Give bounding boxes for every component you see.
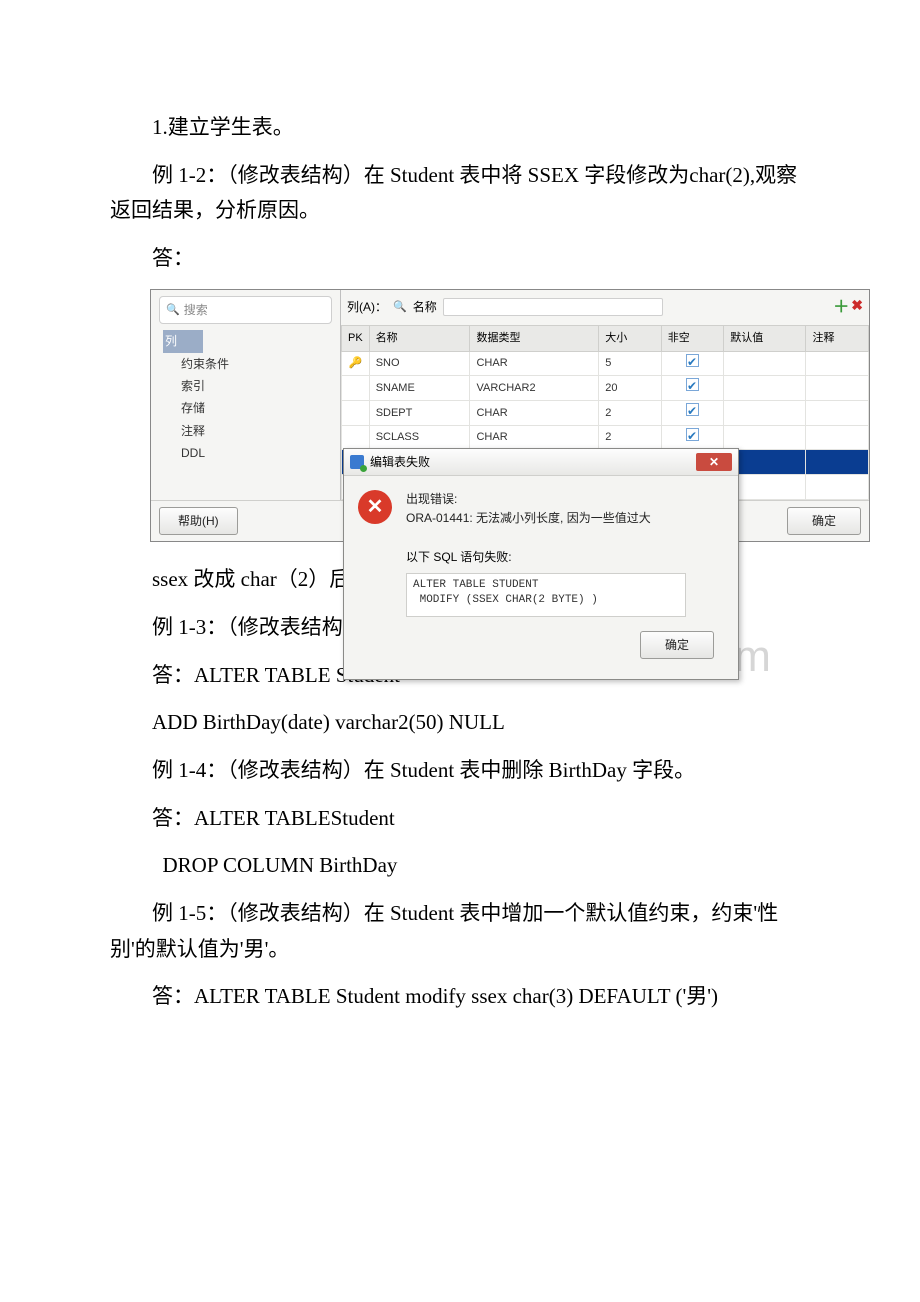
cell-type: VARCHAR2 <box>470 376 599 401</box>
tree-item-constraints[interactable]: 约束条件 <box>179 353 332 375</box>
para-10: 例 1-5：（修改表结构）在 Student 表中增加一个默认值约束，约束'性别… <box>110 896 810 967</box>
main-ok-button[interactable]: 确定 <box>787 507 861 535</box>
notnull-checkbox[interactable] <box>686 378 699 391</box>
tree: 列 约束条件 索引 存储 注释 DDL <box>163 330 332 464</box>
cell-pk <box>342 376 370 401</box>
search-input[interactable]: 🔍 搜索 <box>159 296 332 324</box>
cell-name: SCLASS <box>369 425 470 450</box>
error-dialog: 编辑表失败 ✕ ✕ 出现错误: ORA-01441: 无法减小列长度, 因为一些… <box>343 448 739 681</box>
error-label: 出现错误: <box>406 490 651 509</box>
columns-label: 列(A)： <box>347 297 387 317</box>
table-row[interactable]: SNAMEVARCHAR220 <box>342 376 869 401</box>
tree-item-storage[interactable]: 存储 <box>179 397 332 419</box>
cell-type: CHAR <box>470 351 599 376</box>
sql-fail-label: 以下 SQL 语句失败: <box>406 547 724 567</box>
cell-pk <box>342 425 370 450</box>
table-row[interactable]: SDEPTCHAR2 <box>342 401 869 426</box>
cell-notnull <box>661 425 724 450</box>
para-8: 答：ALTER TABLEStudent <box>110 801 810 837</box>
error-icon: ✕ <box>358 490 392 524</box>
th-name: 名称 <box>369 325 470 351</box>
th-default: 默认值 <box>724 325 806 351</box>
para-9: DROP COLUMN BirthDay <box>110 848 810 884</box>
cell-default <box>724 425 806 450</box>
th-comment: 注释 <box>806 325 869 351</box>
delete-column-icon[interactable]: ✖ <box>851 294 863 321</box>
tree-item-ddl[interactable]: DDL <box>179 442 332 464</box>
name-hint: 名称 <box>413 297 437 317</box>
cell-comment <box>806 450 869 475</box>
tree-item-index[interactable]: 索引 <box>179 375 332 397</box>
para-6: ADD BirthDay(date) varchar2(50) NULL <box>110 705 810 741</box>
tree-item-columns[interactable]: 列 <box>163 330 203 352</box>
error-message: ORA-01441: 无法减小列长度, 因为一些值过大 <box>406 509 651 528</box>
cell-type: CHAR <box>470 401 599 426</box>
notnull-checkbox[interactable] <box>686 354 699 367</box>
cell-size: 2 <box>599 425 662 450</box>
dialog-title: 编辑表失败 <box>370 452 430 472</box>
cell-default <box>724 351 806 376</box>
filter-icon: 🔍 <box>393 298 407 317</box>
cell-comment <box>806 475 869 500</box>
cell-pk: 🔑 <box>342 351 370 376</box>
name-input[interactable] <box>443 298 663 316</box>
dialog-titlebar: 编辑表失败 ✕ <box>344 449 738 476</box>
notnull-checkbox[interactable] <box>686 403 699 416</box>
search-placeholder: 搜索 <box>184 300 208 320</box>
app-screenshot: 🔍 搜索 列 约束条件 索引 存储 注释 DDL www.bdocx.com 列… <box>150 289 870 542</box>
columns-toolbar: 列(A)： 🔍 名称 ＋ ✖ <box>341 290 869 325</box>
cell-size: 20 <box>599 376 662 401</box>
table-row[interactable]: SCLASSCHAR2 <box>342 425 869 450</box>
th-notnull: 非空 <box>661 325 724 351</box>
dialog-app-icon <box>350 455 364 469</box>
dialog-ok-button[interactable]: 确定 <box>640 631 714 659</box>
cell-name: SDEPT <box>369 401 470 426</box>
th-pk: PK <box>342 325 370 351</box>
dialog-close-button[interactable]: ✕ <box>696 453 732 471</box>
left-panel: 🔍 搜索 列 约束条件 索引 存储 注释 DDL <box>151 290 341 500</box>
cell-notnull <box>661 351 724 376</box>
sql-text: ALTER TABLE STUDENT MODIFY (SSEX CHAR(2 … <box>406 573 686 617</box>
tree-item-comment[interactable]: 注释 <box>179 420 332 442</box>
cell-comment <box>806 401 869 426</box>
right-panel: www.bdocx.com 列(A)： 🔍 名称 ＋ ✖ PK 名称 数据类型 <box>341 290 869 500</box>
pk-key-icon: 🔑 <box>348 357 362 369</box>
search-icon: 🔍 <box>166 301 180 320</box>
th-size: 大小 <box>599 325 662 351</box>
cell-name: SNO <box>369 351 470 376</box>
cell-size: 5 <box>599 351 662 376</box>
cell-notnull <box>661 401 724 426</box>
help-button[interactable]: 帮助(H) <box>159 507 238 535</box>
cell-name: SNAME <box>369 376 470 401</box>
para-7: 例 1-4：（修改表结构）在 Student 表中删除 BirthDay 字段。 <box>110 753 810 789</box>
cell-notnull <box>661 376 724 401</box>
table-header-row: PK 名称 数据类型 大小 非空 默认值 注释 <box>342 325 869 351</box>
cell-size: 2 <box>599 401 662 426</box>
cell-default <box>724 401 806 426</box>
para-3: 答： <box>110 241 810 277</box>
notnull-checkbox[interactable] <box>686 428 699 441</box>
cell-comment <box>806 376 869 401</box>
add-column-icon[interactable]: ＋ <box>833 294 849 321</box>
cell-default <box>724 376 806 401</box>
th-type: 数据类型 <box>470 325 599 351</box>
cell-comment <box>806 425 869 450</box>
para-1: 1.建立学生表。 <box>110 110 810 146</box>
cell-pk <box>342 401 370 426</box>
table-row[interactable]: 🔑 SNOCHAR5 <box>342 351 869 376</box>
cell-type: CHAR <box>470 425 599 450</box>
para-2: 例 1-2：（修改表结构）在 Student 表中将 SSEX 字段修改为cha… <box>110 158 810 229</box>
para-11: 答：ALTER TABLE Student modify ssex char(3… <box>110 979 810 1015</box>
cell-comment <box>806 351 869 376</box>
